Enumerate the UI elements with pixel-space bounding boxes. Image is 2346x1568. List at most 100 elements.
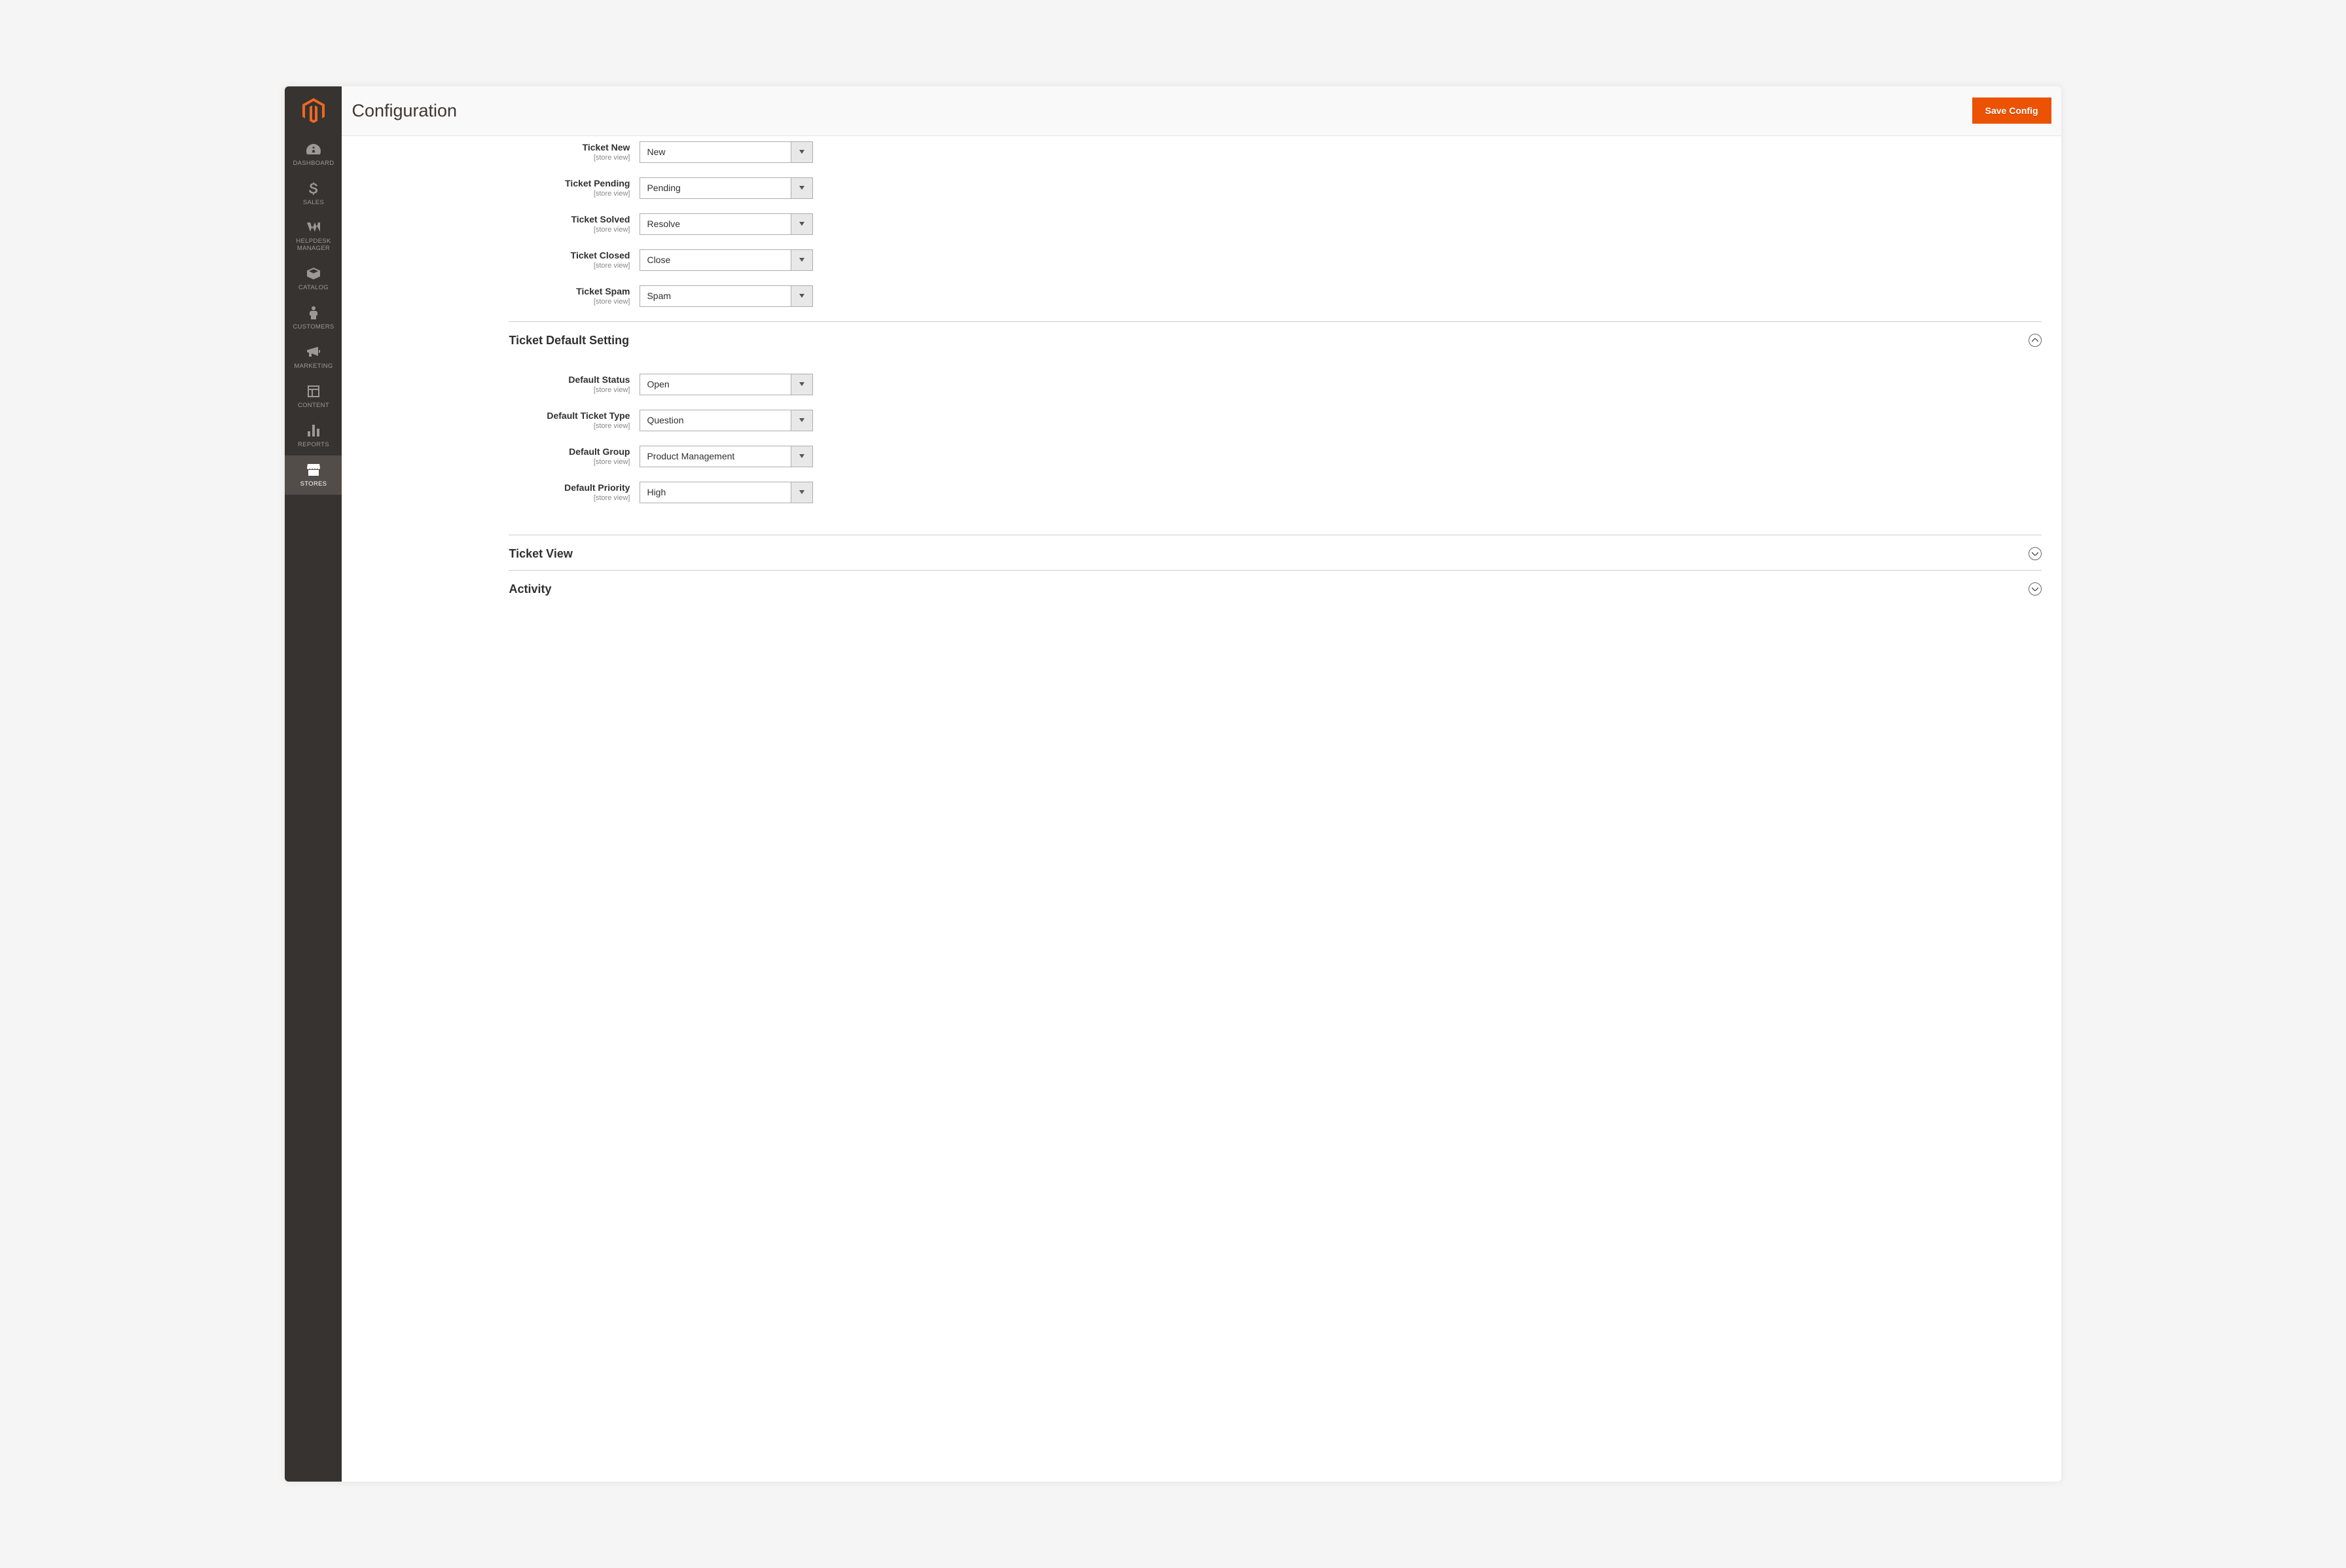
config-content: Ticket New [store view] New Ticket Pendi… bbox=[342, 136, 2061, 1482]
select-ticket-spam[interactable]: Spam bbox=[640, 285, 813, 307]
section-header-activity[interactable]: Activity bbox=[509, 571, 2041, 605]
field-label: Default Priority [store view] bbox=[509, 482, 640, 502]
field-scope: [store view] bbox=[509, 458, 630, 466]
dollar-icon bbox=[309, 181, 317, 196]
gauge-icon bbox=[306, 142, 321, 156]
field-row-ticket-new: Ticket New [store view] New bbox=[509, 141, 2041, 163]
select-value: Pending bbox=[640, 178, 791, 198]
layout-icon bbox=[308, 384, 319, 399]
select-ticket-new[interactable]: New bbox=[640, 141, 813, 163]
field-label-text: Ticket Closed bbox=[509, 249, 630, 261]
section-ticket-view: Ticket View bbox=[509, 535, 2041, 570]
save-config-button[interactable]: Save Config bbox=[1972, 98, 2051, 124]
field-label: Ticket Solved [store view] bbox=[509, 213, 640, 234]
select-default-status[interactable]: Open bbox=[640, 374, 813, 395]
sidebar-item-label: CONTENT bbox=[298, 402, 329, 409]
sidebar-item-label: SALES bbox=[303, 199, 324, 206]
dropdown-arrow-icon bbox=[791, 178, 812, 198]
select-default-priority[interactable]: High bbox=[640, 482, 813, 503]
field-scope: [store view] bbox=[509, 262, 630, 270]
dropdown-arrow-icon bbox=[791, 142, 812, 162]
collapse-icon bbox=[2029, 334, 2042, 347]
sidebar-item-label: CUSTOMERS bbox=[293, 323, 334, 330]
field-scope: [store view] bbox=[509, 422, 630, 430]
dropdown-arrow-icon bbox=[791, 446, 812, 467]
field-row-default-group: Default Group [store view] Product Manag… bbox=[509, 446, 2041, 467]
sidebar-item-reports[interactable]: REPORTS bbox=[285, 416, 342, 455]
section-ticket-default: Ticket Default Setting Default Status [s… bbox=[509, 321, 2041, 527]
section-title: Ticket View bbox=[509, 547, 572, 561]
sidebar-item-customers[interactable]: CUSTOMERS bbox=[285, 298, 342, 338]
sidebar-item-label: CATALOG bbox=[298, 284, 329, 291]
field-scope: [store view] bbox=[509, 226, 630, 234]
field-scope: [store view] bbox=[509, 190, 630, 198]
field-label: Ticket Pending [store view] bbox=[509, 177, 640, 198]
sidebar-item-label: DASHBOARD bbox=[293, 160, 334, 167]
field-row-ticket-closed: Ticket Closed [store view] Close bbox=[509, 249, 2041, 271]
sidebar-item-label: HELPDESK MANAGER bbox=[296, 238, 331, 253]
sidebar-item-catalog[interactable]: CATALOG bbox=[285, 259, 342, 298]
field-label-text: Default Ticket Type bbox=[509, 410, 630, 421]
select-value: Resolve bbox=[640, 214, 791, 234]
helpdesk-icon bbox=[307, 220, 320, 234]
field-label-text: Default Status bbox=[509, 374, 630, 385]
select-ticket-closed[interactable]: Close bbox=[640, 249, 813, 271]
section-title: Ticket Default Setting bbox=[509, 334, 629, 347]
field-scope: [store view] bbox=[509, 154, 630, 162]
sidebar-item-label: MARKETING bbox=[294, 363, 333, 370]
sidebar: DASHBOARD SALES HELPDESK MANAGER CATALOG bbox=[285, 86, 342, 1482]
field-label: Default Status [store view] bbox=[509, 374, 640, 394]
bars-icon bbox=[308, 423, 319, 438]
storefront-icon bbox=[307, 463, 320, 477]
select-value: Product Management bbox=[640, 446, 791, 467]
field-label: Ticket Spam [store view] bbox=[509, 285, 640, 306]
dropdown-arrow-icon bbox=[791, 250, 812, 270]
sidebar-item-stores[interactable]: STORES bbox=[285, 455, 342, 495]
dropdown-arrow-icon bbox=[791, 410, 812, 431]
field-row-default-status: Default Status [store view] Open bbox=[509, 374, 2041, 395]
expand-icon bbox=[2029, 582, 2042, 596]
field-scope: [store view] bbox=[509, 386, 630, 394]
field-row-default-priority: Default Priority [store view] High bbox=[509, 482, 2041, 503]
field-scope: [store view] bbox=[509, 494, 630, 502]
field-label-text: Ticket Spam bbox=[509, 285, 630, 297]
page-header: Configuration Save Config bbox=[342, 86, 2061, 136]
field-label: Default Group [store view] bbox=[509, 446, 640, 466]
sidebar-item-content[interactable]: CONTENT bbox=[285, 377, 342, 416]
select-value: Open bbox=[640, 374, 791, 395]
section-header-ticket-default[interactable]: Ticket Default Setting bbox=[509, 322, 2041, 359]
field-row-ticket-solved: Ticket Solved [store view] Resolve bbox=[509, 213, 2041, 235]
magento-logo[interactable] bbox=[285, 86, 342, 135]
sidebar-item-label: STORES bbox=[300, 480, 327, 488]
dropdown-arrow-icon bbox=[791, 286, 812, 306]
dropdown-arrow-icon bbox=[791, 374, 812, 395]
megaphone-icon bbox=[307, 345, 320, 359]
section-title: Activity bbox=[509, 582, 551, 596]
field-label-text: Ticket Pending bbox=[509, 177, 630, 189]
section-header-ticket-view[interactable]: Ticket View bbox=[509, 535, 2041, 570]
field-label-text: Ticket New bbox=[509, 141, 630, 153]
field-label: Ticket New [store view] bbox=[509, 141, 640, 162]
sidebar-item-sales[interactable]: SALES bbox=[285, 174, 342, 213]
field-label-text: Ticket Solved bbox=[509, 213, 630, 225]
sidebar-item-marketing[interactable]: MARKETING bbox=[285, 338, 342, 377]
select-default-group[interactable]: Product Management bbox=[640, 446, 813, 467]
select-value: Spam bbox=[640, 286, 791, 306]
select-default-ticket-type[interactable]: Question bbox=[640, 410, 813, 431]
field-label-text: Default Group bbox=[509, 446, 630, 457]
main-pane: Configuration Save Config Ticket New [st… bbox=[342, 86, 2061, 1482]
select-value: New bbox=[640, 142, 791, 162]
sidebar-item-helpdesk[interactable]: HELPDESK MANAGER bbox=[285, 213, 342, 259]
person-icon bbox=[310, 306, 317, 320]
box-icon bbox=[307, 266, 320, 281]
select-value: High bbox=[640, 482, 791, 503]
sidebar-item-dashboard[interactable]: DASHBOARD bbox=[285, 135, 342, 174]
select-ticket-pending[interactable]: Pending bbox=[640, 177, 813, 199]
field-label: Default Ticket Type [store view] bbox=[509, 410, 640, 430]
select-value: Close bbox=[640, 250, 791, 270]
app-window: DASHBOARD SALES HELPDESK MANAGER CATALOG bbox=[285, 86, 2061, 1482]
field-row-default-ticket-type: Default Ticket Type [store view] Questio… bbox=[509, 410, 2041, 431]
select-ticket-solved[interactable]: Resolve bbox=[640, 213, 813, 235]
field-row-ticket-pending: Ticket Pending [store view] Pending bbox=[509, 177, 2041, 199]
expand-icon bbox=[2029, 547, 2042, 560]
